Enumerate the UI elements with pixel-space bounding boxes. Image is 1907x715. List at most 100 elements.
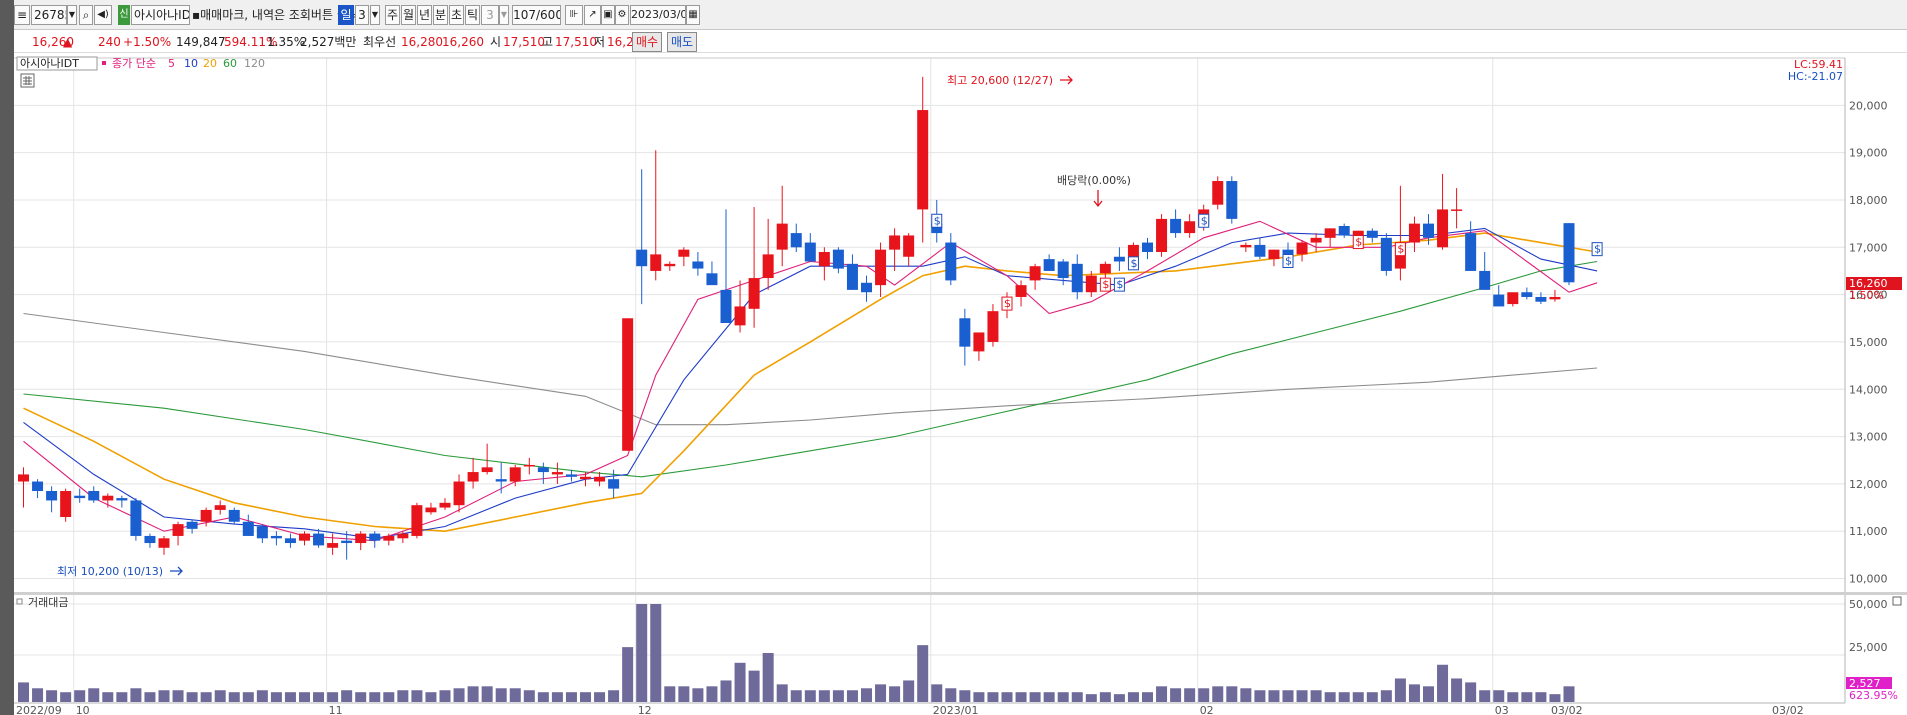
volume-bar xyxy=(748,670,760,702)
price-label: 14,000 xyxy=(1849,383,1888,396)
candle-body xyxy=(1184,221,1196,234)
volume-bar xyxy=(369,692,381,702)
candle-body xyxy=(18,474,29,482)
volume-bar xyxy=(453,688,465,702)
price-axis-labels: 20,00019,00018,00017,00016,00015,00014,0… xyxy=(1849,99,1888,585)
volume-bar xyxy=(1324,692,1336,702)
candle-body xyxy=(1212,181,1224,205)
volume-bar xyxy=(130,688,142,702)
candle-body xyxy=(1142,242,1153,253)
volume-bar xyxy=(1507,692,1519,702)
candle-body xyxy=(1493,294,1505,307)
date-label: 2022/09 xyxy=(16,704,62,715)
candle-body xyxy=(1338,225,1350,236)
volume-bar xyxy=(172,690,184,702)
date-label: 03/02 xyxy=(1772,704,1804,715)
volume-bar xyxy=(313,692,325,702)
candle-body xyxy=(1549,296,1561,300)
candle-body xyxy=(1254,244,1266,257)
legend-ma120: 120 xyxy=(244,57,265,70)
marker-glyph-icon: $ xyxy=(1285,254,1292,267)
candle-body xyxy=(144,535,156,544)
volume-bars xyxy=(18,604,1575,702)
ma10-line xyxy=(23,227,1598,539)
volume-bar xyxy=(622,647,634,702)
volume-bar xyxy=(228,692,240,702)
candle-body xyxy=(32,481,44,491)
volume-bar xyxy=(1394,678,1406,702)
candle-body xyxy=(411,505,423,536)
volume-bar xyxy=(1001,692,1013,702)
candle-body xyxy=(439,502,451,508)
volume-bar xyxy=(1423,686,1434,702)
candle-body xyxy=(1437,209,1449,248)
price-label: 18,000 xyxy=(1849,194,1888,207)
volume-bar xyxy=(102,692,114,702)
panel-close-icon[interactable] xyxy=(1892,596,1902,606)
candle-body xyxy=(200,509,212,522)
candle-body xyxy=(228,509,240,522)
volume-bar xyxy=(1479,690,1491,702)
legend: 아시아나IDT 종가 단순 5 10 20 60 120 xyxy=(16,56,265,88)
price-label: 13,000 xyxy=(1849,431,1888,444)
candle-body xyxy=(622,318,634,451)
volume-bar xyxy=(537,692,549,702)
volume-bar xyxy=(299,692,310,702)
candle-body xyxy=(762,254,774,279)
low-annotation: 최저 10,200 (10/13) xyxy=(57,565,163,578)
price-chart: 20,00019,00018,00017,00016,00015,00014,0… xyxy=(14,56,1907,715)
candle-body xyxy=(256,526,268,539)
volume-bar xyxy=(1226,686,1238,702)
volume-bar xyxy=(636,604,648,702)
price-label: 12,000 xyxy=(1849,478,1888,491)
window-frame xyxy=(0,0,14,715)
volume-bar xyxy=(832,690,844,702)
candle-body xyxy=(608,479,620,489)
volume-bar xyxy=(804,690,816,702)
candle-body xyxy=(650,254,662,271)
volume-bar xyxy=(580,692,591,702)
legend-marker xyxy=(102,61,106,65)
candle-body xyxy=(102,495,114,501)
candle-body xyxy=(88,490,100,501)
volume-bar xyxy=(608,690,620,702)
candle-body xyxy=(537,467,549,473)
candle-body xyxy=(636,249,648,267)
candle-body xyxy=(1029,266,1041,281)
volume-bar xyxy=(917,645,929,702)
volume-bar xyxy=(692,688,704,702)
date-label: 2023/01 xyxy=(933,704,979,715)
volume-bar xyxy=(32,688,44,702)
volume-bar xyxy=(425,692,437,702)
candle-body xyxy=(523,464,535,467)
candle-body xyxy=(664,263,676,267)
volume-bar xyxy=(875,684,887,702)
volume-bar xyxy=(790,690,802,702)
candle-body xyxy=(917,110,929,210)
volume-bar xyxy=(355,692,367,702)
candle-body xyxy=(1170,218,1182,234)
candle-body xyxy=(861,282,872,293)
volume-bar xyxy=(720,680,732,702)
volume-bar xyxy=(242,692,254,702)
volume-bar xyxy=(439,690,451,702)
volume-bar xyxy=(1563,686,1575,702)
candle-body xyxy=(945,242,957,281)
volume-bar xyxy=(1170,688,1182,702)
volume-bar xyxy=(467,686,479,702)
grid-lines xyxy=(14,58,1845,703)
volume-bar xyxy=(214,690,226,702)
volume-bar xyxy=(1240,688,1252,702)
volume-bar xyxy=(1113,694,1125,702)
candle-body xyxy=(270,535,282,539)
volume-bar xyxy=(495,688,507,702)
panel-splitter[interactable] xyxy=(14,592,1907,595)
volume-bar xyxy=(1451,678,1463,702)
volume-bar xyxy=(256,690,268,702)
volume-marker xyxy=(16,598,23,605)
candle-body xyxy=(186,521,198,529)
volume-bar xyxy=(1029,692,1041,702)
candle-body xyxy=(804,242,816,262)
candle-body xyxy=(214,505,226,510)
volume-bar xyxy=(186,692,198,702)
